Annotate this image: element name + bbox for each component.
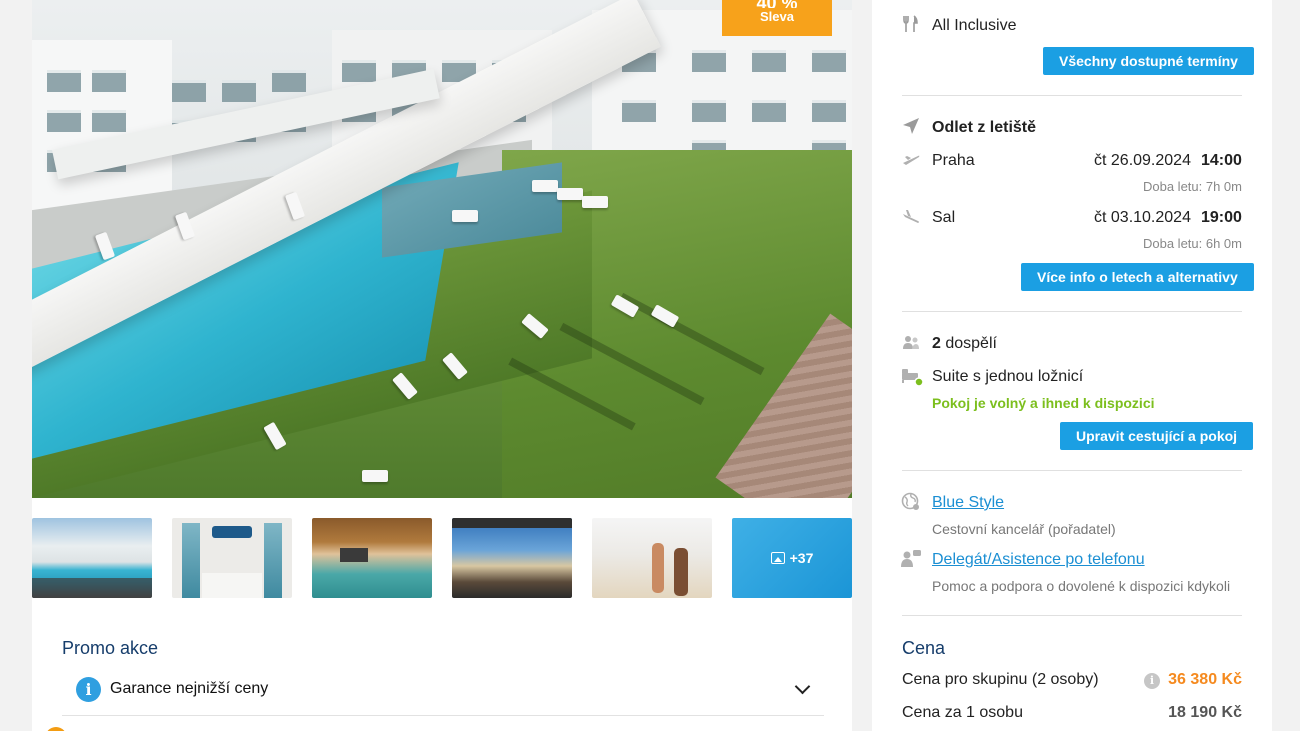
edit-travelers-button[interactable]: Upravit cestující a pokoj bbox=[1060, 422, 1254, 450]
image-icon bbox=[770, 552, 785, 564]
board-label: All Inclusive bbox=[932, 17, 1017, 34]
adults-count: 2 bbox=[932, 335, 941, 352]
divider bbox=[902, 470, 1242, 471]
organizer-description: Cestovní kancelář (pořadatel) bbox=[932, 521, 1116, 537]
flight-section-title: Odlet z letiště bbox=[932, 119, 1037, 136]
return-time: 19:00 bbox=[1201, 209, 1242, 226]
adults-label: dospělí bbox=[945, 335, 997, 352]
price-info-icon[interactable]: i bbox=[1144, 673, 1160, 689]
support-agent-icon bbox=[901, 550, 921, 567]
thumbnail[interactable] bbox=[32, 518, 152, 598]
outbound-date: čt 26.09.2024 bbox=[1094, 152, 1191, 169]
promo-item-label: Garance nejnižší ceny bbox=[110, 680, 269, 697]
outbound-time: 14:00 bbox=[1201, 152, 1242, 169]
thumbnail[interactable] bbox=[172, 518, 292, 598]
organizer-link[interactable]: Blue Style bbox=[932, 494, 1004, 512]
thumbnail[interactable] bbox=[452, 518, 572, 598]
outbound-city: Praha bbox=[932, 152, 975, 169]
group-price-label: Cena pro skupinu (2 osoby) bbox=[902, 671, 1099, 688]
room-availability: Pokoj je volný a ihned k dispozici bbox=[932, 395, 1155, 411]
plane-landing-icon bbox=[903, 210, 919, 223]
hotel-main-photo[interactable] bbox=[32, 0, 852, 498]
chevron-down-icon[interactable] bbox=[794, 678, 811, 695]
more-photos-button[interactable]: +37 bbox=[732, 518, 852, 598]
navigation-arrow-icon bbox=[903, 118, 919, 134]
outbound-duration: Doba letu: 7h 0m bbox=[1142, 179, 1242, 194]
per-person-price-label: Cena za 1 osobu bbox=[902, 704, 1023, 721]
promo-title: Promo akce bbox=[62, 638, 159, 658]
all-dates-button[interactable]: Všechny dostupné termíny bbox=[1043, 47, 1254, 75]
discount-value: 40 % bbox=[722, 0, 832, 8]
info-icon: i bbox=[76, 677, 101, 702]
price-title: Cena bbox=[902, 638, 946, 658]
thumbnail[interactable] bbox=[312, 518, 432, 598]
hotel-gallery-column: 40 % Sleva +37 bbox=[32, 0, 852, 731]
room-type: Suite s jednou ložnicí bbox=[932, 368, 1084, 385]
per-person-price-value: 18 190 Kč bbox=[1168, 704, 1242, 721]
plane-takeoff-icon bbox=[903, 155, 920, 165]
photo-thumbnails: +37 bbox=[32, 518, 852, 598]
return-date: čt 03.10.2024 bbox=[1094, 209, 1191, 226]
more-photos-count: +37 bbox=[789, 550, 814, 566]
return-duration: Doba letu: 6h 0m bbox=[1142, 236, 1242, 251]
divider bbox=[902, 311, 1242, 312]
flight-info-button[interactable]: Více info o letech a alternativy bbox=[1021, 263, 1254, 291]
return-city: Sal bbox=[932, 209, 956, 226]
promo-item-lowest-price[interactable]: i Garance nejnižší ceny bbox=[62, 676, 824, 716]
discount-label: Sleva bbox=[760, 9, 794, 24]
delegate-link[interactable]: Delegát/Asistence po telefonu bbox=[932, 551, 1145, 569]
globe-agency-icon bbox=[901, 492, 919, 510]
cutlery-icon bbox=[903, 15, 918, 32]
discount-badge: 40 % Sleva bbox=[722, 0, 832, 36]
adults-info: 2 dospělí bbox=[932, 335, 997, 353]
delegate-description: Pomoc a podpora o dovolené k dispozici k… bbox=[932, 578, 1231, 594]
bed-icon bbox=[902, 369, 923, 387]
divider bbox=[902, 615, 1242, 616]
group-price-value: 36 380 Kč bbox=[1168, 671, 1242, 688]
people-icon bbox=[903, 336, 919, 349]
booking-summary: All Inclusive Všechny dostupné termíny O… bbox=[872, 0, 1272, 731]
divider bbox=[902, 95, 1242, 96]
thumbnail[interactable] bbox=[592, 518, 712, 598]
